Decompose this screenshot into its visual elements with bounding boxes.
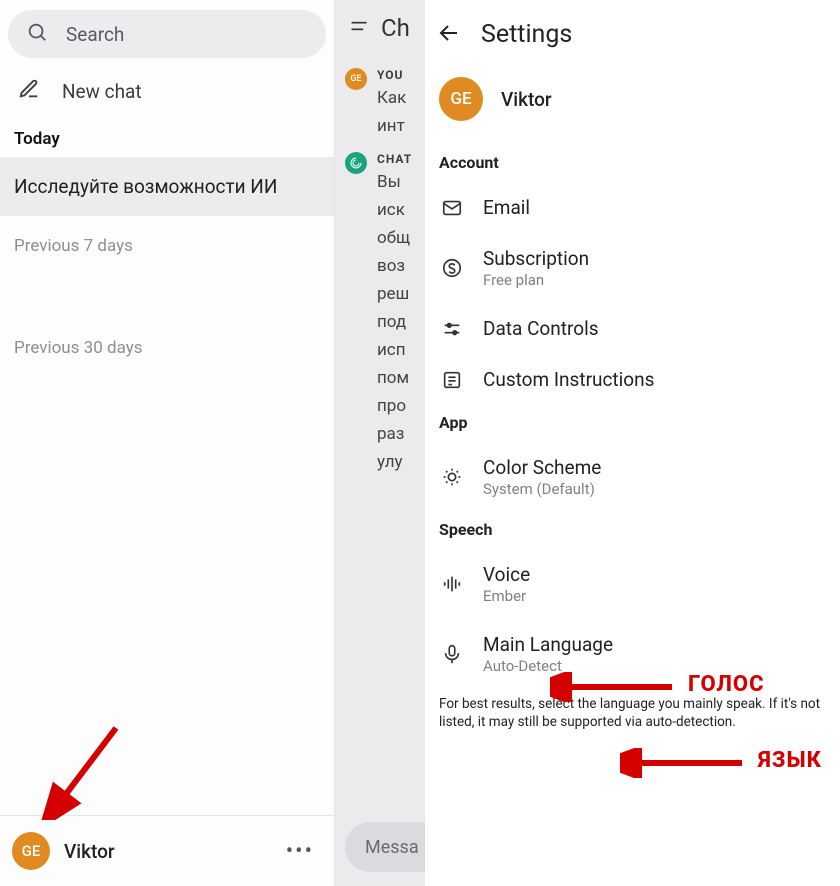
subscription-title: Subscription (483, 247, 589, 270)
back-arrow-icon[interactable] (437, 21, 461, 49)
settings-item-color-scheme[interactable]: Color Scheme System (Default) (425, 442, 840, 512)
main-language-title: Main Language (483, 633, 613, 656)
composer-placeholder: Messa (365, 837, 419, 858)
sliders-icon (439, 318, 465, 340)
microphone-icon (439, 643, 465, 665)
settings-title: Settings (481, 20, 572, 49)
assistant-sender-label: CHAT (377, 152, 412, 166)
chat-column-dimmed: Ch GE YOU Как инт CHAT Вы иск общ воз ре… (335, 0, 425, 886)
settings-profile-row[interactable]: GE Viktor (425, 65, 840, 145)
menu-icon[interactable] (349, 14, 369, 42)
settings-item-email[interactable]: Email (425, 182, 840, 233)
user-avatar: GE (12, 832, 50, 870)
search-placeholder: Search (66, 23, 124, 46)
more-menu-button[interactable]: ••• (278, 835, 322, 868)
chat-title-fragment: Ch (381, 14, 410, 42)
new-chat-label: New chat (62, 80, 142, 103)
settings-item-custom-instructions[interactable]: Custom Instructions (425, 354, 840, 405)
section-prev-7-days: Previous 7 days (0, 216, 334, 264)
chat-history-item[interactable]: Исследуйте возможности ИИ (0, 157, 334, 216)
note-icon (439, 369, 465, 391)
main-language-subtitle: Auto-Detect (483, 657, 613, 675)
voice-title: Voice (483, 563, 530, 586)
user-message-avatar: GE (345, 68, 367, 90)
message-composer[interactable]: Messa (345, 822, 425, 872)
waveform-icon (439, 573, 465, 595)
assistant-avatar-icon (345, 152, 367, 174)
settings-item-main-language[interactable]: Main Language Auto-Detect (425, 619, 840, 689)
assistant-message-text: Вы иск общ воз реш под исп пом про раз у… (377, 168, 412, 476)
mail-icon (439, 197, 465, 219)
chat-item-title: Исследуйте возможности ИИ (14, 175, 277, 198)
user-message: GE YOU Как инт (335, 56, 425, 140)
speech-fine-print: For best results, select the language yo… (425, 689, 840, 731)
group-speech: Speech (425, 512, 840, 549)
settings-item-subscription[interactable]: Subscription Free plan (425, 233, 840, 303)
user-sender-label: YOU (377, 68, 406, 82)
color-scheme-title: Color Scheme (483, 456, 601, 479)
user-message-text: Как инт (377, 84, 406, 140)
email-title: Email (483, 196, 530, 219)
chat-topbar: Ch (335, 0, 425, 56)
subscription-icon (439, 257, 465, 279)
subscription-subtitle: Free plan (483, 271, 589, 289)
settings-item-voice[interactable]: Voice Ember (425, 549, 840, 619)
settings-header: Settings (425, 0, 840, 65)
sidebar: Search New chat Today Исследуйте возможн… (0, 0, 335, 886)
sidebar-footer[interactable]: GE Viktor ••• (0, 815, 334, 886)
data-controls-title: Data Controls (483, 317, 599, 340)
section-today: Today (0, 119, 334, 157)
color-scheme-subtitle: System (Default) (483, 480, 601, 498)
settings-profile-name: Viktor (501, 88, 552, 111)
settings-avatar: GE (439, 77, 483, 121)
search-icon (26, 21, 48, 48)
group-account: Account (425, 145, 840, 182)
pencil-square-icon (18, 78, 40, 105)
search-input[interactable]: Search (8, 10, 326, 58)
settings-item-data-controls[interactable]: Data Controls (425, 303, 840, 354)
assistant-message: CHAT Вы иск общ воз реш под исп пом про … (335, 140, 425, 476)
settings-panel: Settings GE Viktor Account Email Subscri… (425, 0, 840, 886)
new-chat-button[interactable]: New chat (0, 64, 334, 119)
custom-instructions-title: Custom Instructions (483, 368, 654, 391)
brightness-icon (439, 466, 465, 488)
footer-username: Viktor (64, 840, 264, 863)
voice-subtitle: Ember (483, 587, 530, 605)
group-app: App (425, 405, 840, 442)
section-prev-30-days: Previous 30 days (0, 318, 334, 366)
